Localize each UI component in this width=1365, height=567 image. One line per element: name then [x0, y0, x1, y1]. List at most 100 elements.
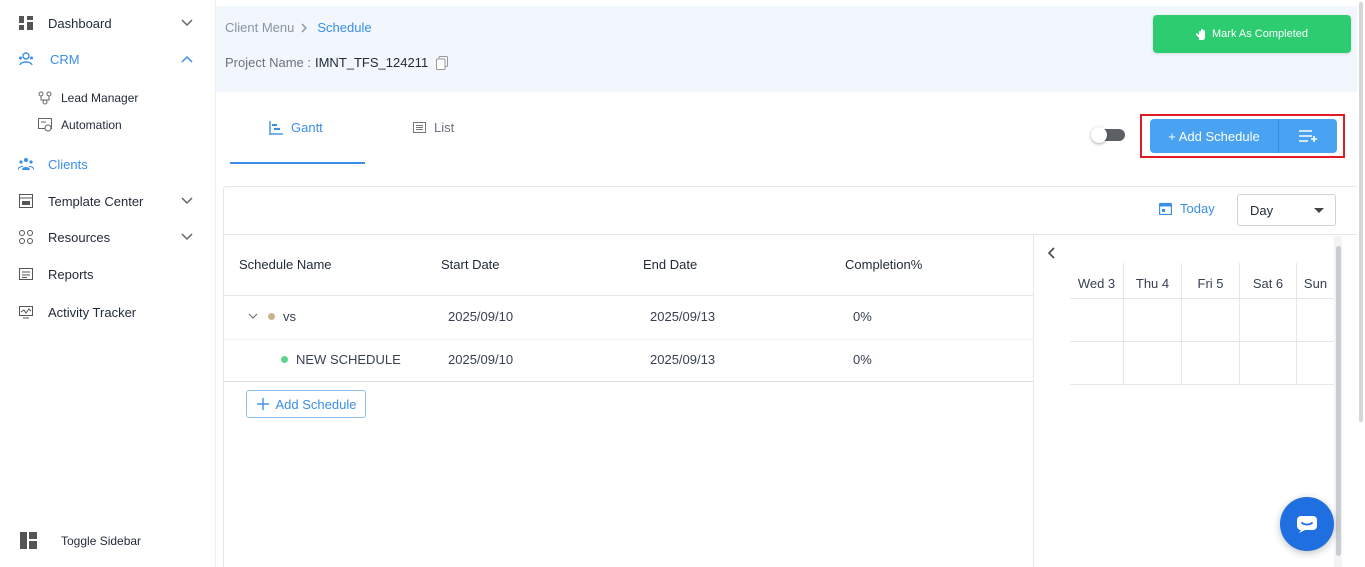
sidebar-item-label: CRM — [50, 51, 80, 67]
divider — [1070, 384, 1335, 385]
table-row-name[interactable]: vs — [248, 309, 296, 324]
column-header-start[interactable]: Start Date — [441, 257, 500, 272]
sidebar-item-clients[interactable]: Clients — [18, 156, 88, 172]
sidebar-item-template-center[interactable]: Template Center — [18, 193, 193, 209]
page-scrollbar-thumb[interactable] — [1359, 2, 1363, 422]
timeline-cell-column — [1182, 298, 1240, 384]
sidebar-item-label: Reports — [48, 266, 94, 282]
chat-icon — [1297, 516, 1317, 533]
status-dot — [268, 313, 275, 320]
timeline-cell-column — [1124, 298, 1182, 384]
copy-icon[interactable] — [436, 55, 449, 70]
mark-as-completed-label: Mark As Completed — [1212, 28, 1308, 40]
column-header-completion[interactable]: Completion% — [845, 257, 922, 272]
chevron-down-icon[interactable] — [180, 194, 194, 208]
add-list-button[interactable] — [1279, 119, 1337, 153]
toggle-sidebar-label: Toggle Sidebar — [61, 533, 142, 548]
timeline-day-header: Wed 3 — [1070, 263, 1124, 303]
resources-icon — [18, 229, 34, 245]
gantt-icon — [269, 120, 283, 135]
breadcrumb-current: Schedule — [317, 20, 372, 35]
plus-icon — [256, 397, 270, 411]
sidebar-item-lead-manager[interactable]: Lead Manager — [38, 91, 138, 105]
start-date: 2025/09/10 — [448, 309, 514, 324]
mark-as-completed-button[interactable]: Mark As Completed — [1153, 15, 1351, 53]
status-dot — [281, 356, 288, 363]
toggle-sidebar-button[interactable]: Toggle Sidebar — [20, 532, 141, 549]
breadcrumb: Client Menu Schedule — [225, 20, 372, 35]
chevron-left-icon[interactable] — [1045, 246, 1059, 260]
end-date: 2025/09/13 — [650, 309, 716, 324]
sidebar-item-resources[interactable]: Resources — [18, 229, 193, 245]
dashboard-icon — [18, 15, 34, 31]
sidebar-item-label: Template Center — [48, 193, 144, 209]
list-icon — [413, 122, 426, 133]
calendar-icon — [1159, 202, 1172, 215]
today-button[interactable]: Today — [1159, 201, 1215, 216]
view-scale-value: Day — [1250, 202, 1274, 218]
chat-button[interactable] — [1280, 497, 1334, 551]
divider — [224, 295, 1033, 296]
column-header-end[interactable]: End Date — [643, 257, 697, 272]
timeline-day-header: Sun — [1303, 275, 1328, 291]
breadcrumb-parent[interactable]: Client Menu — [225, 20, 294, 35]
active-tab-indicator — [230, 162, 365, 164]
tab-list[interactable]: List — [413, 120, 454, 135]
view-scale-select[interactable]: Day — [1237, 194, 1336, 226]
schedule-name: vs — [283, 309, 296, 324]
template-icon — [18, 193, 34, 209]
sidebar-item-activity-tracker[interactable]: Activity Tracker — [18, 304, 136, 320]
add-schedule-row-label: Add Schedule — [275, 396, 357, 412]
sidebar-item-label: Activity Tracker — [48, 304, 137, 320]
start-date: 2025/09/10 — [448, 352, 514, 367]
completion: 0% — [853, 352, 872, 367]
divider — [224, 381, 1033, 382]
add-schedule-split-button: + Add Schedule — [1150, 119, 1337, 153]
divider — [224, 339, 1033, 340]
sidebar-item-automation[interactable]: Automation — [38, 118, 122, 132]
sidebar-item-label: Lead Manager — [61, 91, 139, 105]
sidebar-item-dashboard[interactable]: Dashboard — [18, 15, 193, 31]
chevron-up-icon[interactable] — [180, 52, 194, 66]
timeline-cell-column — [1240, 298, 1297, 384]
table-row-name[interactable]: NEW SCHEDULE — [281, 352, 401, 367]
schedule-name: NEW SCHEDULE — [296, 352, 401, 367]
sidebar: Dashboard CRM Lead Manager Automation Cl… — [0, 0, 216, 567]
timeline-cell-column — [1070, 298, 1124, 384]
sidebar-item-label: Clients — [48, 156, 88, 172]
timeline-day-header: Thu 4 — [1124, 263, 1182, 303]
chevron-right-icon — [301, 23, 308, 33]
timeline-scrollbar-thumb[interactable] — [1336, 246, 1341, 556]
page-scrollbar[interactable] — [1357, 0, 1365, 567]
chevron-down-icon[interactable] — [180, 230, 194, 244]
caret-down-icon — [1314, 208, 1324, 213]
layout-icon — [20, 532, 37, 549]
view-toggle-switch[interactable] — [1091, 127, 1125, 143]
sidebar-item-crm[interactable]: CRM — [18, 51, 193, 67]
tab-gantt[interactable]: Gantt — [269, 120, 323, 135]
sidebar-item-reports[interactable]: Reports — [18, 266, 94, 282]
column-header-name[interactable]: Schedule Name — [239, 257, 332, 272]
activity-icon — [18, 304, 34, 320]
project-label: Project Name : — [225, 55, 311, 70]
end-date: 2025/09/13 — [650, 352, 716, 367]
sidebar-item-label: Resources — [48, 229, 111, 245]
grid-splitter[interactable] — [1033, 234, 1034, 567]
chevron-down-icon[interactable] — [180, 16, 194, 30]
playlist-add-icon — [1299, 130, 1317, 142]
project-name: Project Name : IMNT_TFS_124211 — [225, 55, 449, 70]
add-schedule-button[interactable]: + Add Schedule — [1150, 119, 1279, 153]
divider — [224, 234, 1357, 235]
sidebar-item-label: Automation — [61, 118, 122, 132]
sidebar-item-label: Dashboard — [48, 15, 112, 31]
chevron-down-icon[interactable] — [248, 313, 258, 320]
hand-icon — [1196, 28, 1207, 40]
tab-label: Gantt — [291, 120, 323, 135]
reports-icon — [18, 266, 34, 282]
add-schedule-row-button[interactable]: Add Schedule — [246, 390, 366, 418]
clients-icon — [18, 156, 34, 172]
crm-icon — [18, 51, 34, 67]
page-header: Client Menu Schedule Project Name : IMNT… — [216, 6, 1357, 92]
timeline-day-header: Fri 5 — [1182, 263, 1240, 303]
project-value: IMNT_TFS_124211 — [314, 55, 429, 70]
